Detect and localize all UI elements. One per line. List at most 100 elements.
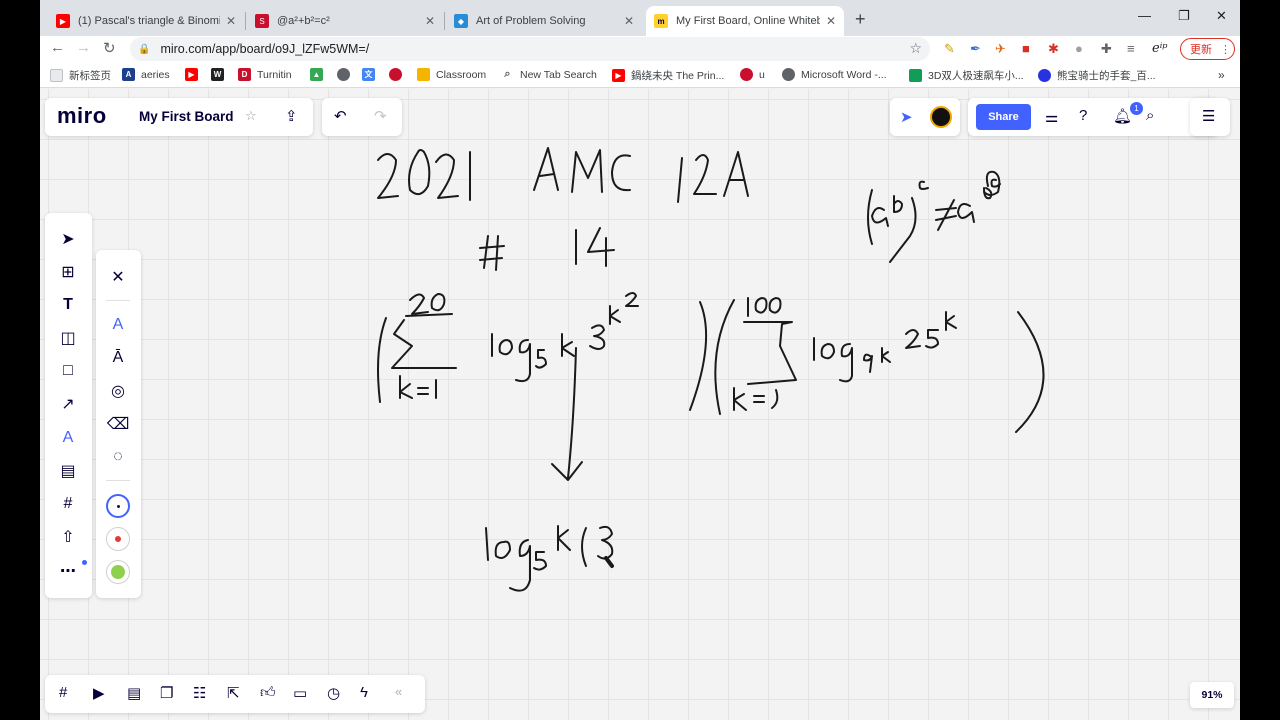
pen-icon[interactable]: A: [56, 426, 80, 450]
board-title[interactable]: My First Board: [139, 109, 234, 124]
new-tab-button[interactable]: +: [855, 9, 866, 30]
board-canvas[interactable]: [40, 89, 1240, 720]
shield-extension-icon[interactable]: ■: [1022, 41, 1030, 56]
connection-line-icon[interactable]: ↗: [56, 392, 80, 416]
redo-icon[interactable]: ↷: [374, 107, 387, 125]
collapse-chevron-icon[interactable]: «: [395, 684, 402, 699]
smart-drawing-icon[interactable]: ◎: [106, 379, 130, 403]
more-tools-icon[interactable]: ⋯: [56, 559, 80, 583]
comments-icon[interactable]: ▤: [127, 684, 141, 702]
bookmarks-bar: 新标签页 A aeries ▶ W D Turnitin ▲ 文 Classro…: [40, 62, 1240, 88]
tab-miro-board[interactable]: m My First Board, Online Whiteb ✕: [646, 6, 844, 36]
turnitin-icon: D: [238, 68, 251, 81]
pen-icon[interactable]: A: [106, 313, 130, 337]
back-arrow-icon[interactable]: ←: [50, 39, 65, 56]
forward-arrow-icon[interactable]: →: [76, 39, 91, 56]
swatch-fill: [115, 536, 121, 542]
comment-icon[interactable]: ▤: [56, 459, 80, 483]
list-icon[interactable]: ☷: [193, 684, 206, 702]
undo-redo-panel: ↶ ↷: [322, 98, 402, 136]
lightning-icon[interactable]: ϟ: [360, 684, 368, 701]
bookmark-youtube-video[interactable]: ▶ 鍋绕未央 The Prin...: [612, 68, 724, 83]
restore-icon[interactable]: ❐: [1178, 8, 1190, 24]
swatch-fill: [116, 504, 120, 508]
eraser-icon[interactable]: ⌫: [106, 412, 130, 436]
close-icon[interactable]: ✕: [226, 14, 236, 28]
address-bar[interactable]: 🔒 miro.com/app/board/o9J_lZFw5WM=/ ☆: [130, 37, 930, 61]
window-close-icon[interactable]: ✕: [1216, 8, 1227, 24]
sticky-note-icon[interactable]: ◫: [56, 326, 80, 350]
bookmark-w[interactable]: W: [211, 68, 230, 81]
timer-icon[interactable]: ◷: [327, 684, 340, 702]
bookmark-aeries[interactable]: A aeries: [122, 68, 170, 81]
tab-pascals-triangle[interactable]: ▶ (1) Pascal's triangle & Binomia ✕: [48, 6, 244, 36]
templates-icon[interactable]: ⊞: [56, 260, 80, 284]
frame-icon[interactable]: #: [56, 492, 80, 516]
rocket-extension-icon[interactable]: ✈: [995, 41, 1006, 57]
pencil-extension-icon[interactable]: ✎: [944, 41, 955, 57]
miro-logo[interactable]: miro: [57, 103, 107, 129]
zoom-level[interactable]: 91%: [1190, 682, 1234, 708]
bookmark-drive[interactable]: ▲: [310, 68, 329, 81]
star-icon[interactable]: ☆: [245, 108, 257, 124]
more-bookmarks-chevron-icon[interactable]: »: [1218, 68, 1225, 82]
lasso-icon[interactable]: ◌: [106, 445, 130, 469]
close-icon[interactable]: ✕: [624, 14, 634, 28]
search-icon[interactable]: ⌕: [1146, 107, 1154, 124]
puzzle-extension-icon[interactable]: ✚: [1101, 41, 1112, 57]
highlighter-icon[interactable]: Ā: [106, 346, 130, 370]
presentation-icon[interactable]: ▶: [93, 684, 105, 702]
upload-icon[interactable]: ⇧: [56, 525, 80, 549]
video-call-icon[interactable]: ▭: [293, 684, 307, 702]
undo-icon[interactable]: ↶: [334, 107, 347, 125]
minimize-icon[interactable]: —: [1138, 8, 1151, 23]
bookmark-youtube[interactable]: ▶: [185, 68, 204, 81]
aeries-icon: A: [122, 68, 135, 81]
shape-icon[interactable]: □: [56, 359, 80, 383]
cursor-flag-icon[interactable]: ➤: [900, 108, 913, 126]
color-swatch-green[interactable]: [106, 560, 130, 584]
color-swatch-red[interactable]: [106, 527, 130, 551]
bell-icon[interactable]: 🔔︎: [1113, 107, 1132, 125]
bookmark-u[interactable]: u: [740, 68, 765, 81]
bookmark-globe[interactable]: [337, 68, 356, 81]
bookmark-translate[interactable]: 文: [362, 68, 381, 81]
color-swatch-black[interactable]: [106, 494, 130, 518]
close-icon[interactable]: ✕: [106, 265, 130, 289]
frames-icon[interactable]: #: [59, 684, 67, 701]
update-button[interactable]: 更新 ⋮: [1180, 38, 1235, 60]
bookmark-baidu[interactable]: 熊宝骑士的手套_百...: [1038, 68, 1156, 83]
eyedropper-extension-icon[interactable]: ✒: [970, 41, 981, 57]
voting-thumbs-up-icon[interactable]: 👍︎: [260, 684, 276, 702]
bookmark-classroom[interactable]: Classroom: [417, 68, 486, 81]
settings-sliders-icon[interactable]: ⚌: [1045, 108, 1058, 126]
share-button[interactable]: Share: [976, 104, 1031, 130]
export-icon[interactable]: ⇱: [227, 684, 240, 702]
notes-extension-icon[interactable]: ✱: [1048, 41, 1059, 57]
browser-tab-strip: ▶ (1) Pascal's triangle & Binomia ✕ S @a…: [40, 0, 1240, 36]
browser-toolbar: ← → ↻ 🔒 miro.com/app/board/o9J_lZFw5WM=/…: [40, 36, 1240, 62]
tab-aops[interactable]: ◆ Art of Problem Solving ✕: [446, 6, 642, 36]
tab-equation[interactable]: S @a²+b²=c² ✕: [247, 6, 443, 36]
bookmark-new-tab[interactable]: 新标签页: [50, 68, 111, 83]
notes-list-icon[interactable]: ☰: [1202, 107, 1215, 125]
bookmark-star-icon[interactable]: ☆: [909, 40, 922, 57]
bookmark-word[interactable]: Microsoft Word -...: [782, 68, 887, 81]
bookmark-3d-racing[interactable]: 3D双人极速飙车小...: [909, 68, 1024, 83]
bookmark-red-circle[interactable]: [389, 68, 408, 81]
avatar[interactable]: [930, 106, 952, 128]
euler-extension-icon[interactable]: eⁱᵖ: [1152, 41, 1168, 56]
close-icon[interactable]: ✕: [826, 14, 836, 28]
circle-extension-icon[interactable]: ●: [1075, 41, 1083, 56]
more-vert-icon: ⋮: [1220, 43, 1231, 56]
cards-icon[interactable]: ❐: [160, 684, 173, 702]
upload-icon[interactable]: ⇪: [285, 107, 298, 125]
playlist-icon[interactable]: ≡: [1127, 41, 1135, 56]
bookmark-turnitin[interactable]: D Turnitin: [238, 68, 292, 81]
reload-icon[interactable]: ↻: [103, 39, 116, 57]
help-icon[interactable]: ?: [1079, 107, 1087, 124]
select-cursor-icon[interactable]: ➤: [56, 227, 80, 251]
bookmark-new-tab-search[interactable]: ⌕ New Tab Search: [501, 68, 596, 81]
text-tool-icon[interactable]: T: [56, 293, 80, 317]
close-icon[interactable]: ✕: [425, 14, 435, 28]
